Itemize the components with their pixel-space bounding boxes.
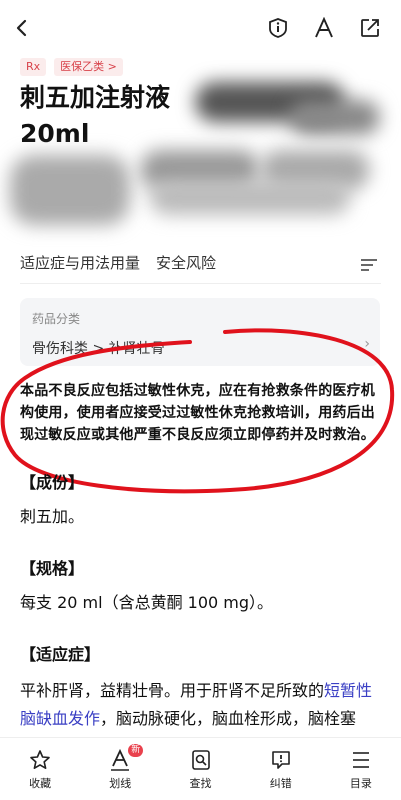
info-icon[interactable] xyxy=(264,14,292,42)
redacted-region xyxy=(290,100,380,135)
font-icon[interactable] xyxy=(310,14,338,42)
indication-text-part: 平补肝肾，益精壮骨。用于肝肾不足所致的 xyxy=(20,681,325,700)
nav-find-label: 查找 xyxy=(189,776,212,790)
correct-icon xyxy=(270,748,292,772)
menu-icon[interactable] xyxy=(361,257,377,276)
ingredients-text: 刺五加。 xyxy=(20,507,85,526)
category-label: 药品分类 xyxy=(32,312,81,326)
divider xyxy=(20,283,381,284)
bottom-nav: 收藏 新 划线 查找 纠错 目录 xyxy=(0,737,401,800)
star-icon xyxy=(29,748,51,772)
back-icon[interactable] xyxy=(8,14,36,42)
chevron-right-icon: › xyxy=(364,336,370,352)
spec-heading: 【规格】 xyxy=(20,559,85,578)
indication-text: 平补肝肾，益精壮骨。用于肝肾不足所致的短暂性脑缺血发作，脑动脉硬化，脑血栓形成，… xyxy=(20,677,380,733)
drug-title: 刺五加注射液 20ml xyxy=(20,83,171,148)
nav-collect-label: 收藏 xyxy=(29,776,52,790)
drug-tags: Rx 医保乙类 > xyxy=(20,58,123,76)
nav-correct-label: 纠错 xyxy=(269,776,292,790)
tab-safety[interactable]: 安全风险 xyxy=(156,252,216,273)
indication-heading: 【适应症】 xyxy=(20,645,101,664)
nav-highlight-label: 划线 xyxy=(109,776,132,790)
nav-toc-label: 目录 xyxy=(349,776,372,790)
nav-toc[interactable]: 目录 xyxy=(321,738,401,800)
nav-find[interactable]: 查找 xyxy=(160,738,240,800)
category-card[interactable]: 药品分类 骨伤科类 > 补肾壮骨 › xyxy=(20,298,380,366)
rx-tag: Rx xyxy=(20,58,47,76)
top-bar xyxy=(0,0,401,56)
indication-text-part: ，脑动脉硬化，脑血栓形成，脑栓塞 xyxy=(100,709,357,728)
redacted-region xyxy=(150,180,350,215)
section-tabs: 适应症与用法用量 安全风险 xyxy=(20,252,216,273)
toc-icon xyxy=(350,748,372,772)
nav-correct[interactable]: 纠错 xyxy=(241,738,321,800)
spec-text: 每支 20 ml（含总黄酮 100 mg）。 xyxy=(20,593,274,612)
find-icon xyxy=(190,748,212,772)
share-icon[interactable] xyxy=(356,14,384,42)
ingredients-heading: 【成份】 xyxy=(20,473,85,492)
redacted-region xyxy=(10,155,130,225)
warning-text: 本品不良反应包括过敏性休克，应在有抢救条件的医疗机构使用，使用者应接受过过敏性休… xyxy=(20,383,375,443)
nav-highlight[interactable]: 新 划线 xyxy=(80,738,160,800)
nav-collect[interactable]: 收藏 xyxy=(0,738,80,800)
tab-indications[interactable]: 适应症与用法用量 xyxy=(20,252,140,273)
new-badge: 新 xyxy=(128,744,144,757)
insurance-tag[interactable]: 医保乙类 > xyxy=(54,58,123,76)
category-path: 骨伤科类 > 补肾壮骨 xyxy=(32,341,165,357)
